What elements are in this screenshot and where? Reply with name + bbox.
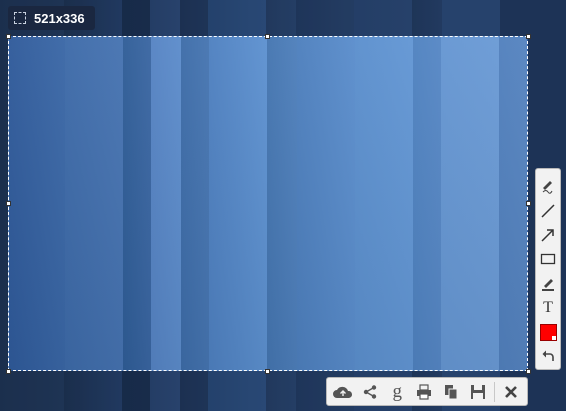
rectangle-icon (540, 254, 556, 265)
selection-size-badge: 521x336 (8, 6, 95, 30)
pen-tool[interactable] (537, 174, 559, 198)
marker-icon (542, 278, 554, 291)
line-icon (541, 204, 555, 218)
undo-tool[interactable] (537, 345, 559, 369)
resize-handle-bottom[interactable] (265, 369, 270, 374)
print-button[interactable] (413, 381, 435, 403)
selection-area[interactable] (8, 36, 528, 371)
google-search-button[interactable]: g (386, 381, 408, 403)
selection-size-label: 521x336 (34, 10, 85, 26)
undo-icon (542, 350, 554, 361)
arrow-tool[interactable] (537, 223, 559, 247)
resize-handle-top-right[interactable] (526, 34, 531, 39)
line-tool[interactable] (537, 198, 559, 222)
copy-button[interactable] (440, 381, 462, 403)
close-icon (504, 385, 517, 398)
action-toolbar: g (326, 377, 528, 406)
copy-icon (444, 384, 458, 399)
marker-tool[interactable] (537, 272, 559, 296)
toolbar-separator (493, 381, 495, 402)
save-button[interactable] (467, 381, 489, 403)
upload-cloud-icon (333, 386, 353, 398)
resize-handle-left[interactable] (6, 201, 11, 206)
resize-handle-right[interactable] (526, 201, 531, 206)
resize-handle-bottom-right[interactable] (526, 369, 531, 374)
share-button[interactable] (359, 381, 381, 403)
selection-icon (14, 12, 26, 24)
text-tool[interactable]: T (537, 296, 559, 320)
share-icon (364, 384, 377, 399)
pen-icon (542, 181, 553, 194)
print-icon (417, 383, 432, 400)
color-picker[interactable] (537, 320, 559, 344)
close-button[interactable] (500, 381, 522, 403)
resize-handle-top-left[interactable] (6, 34, 11, 39)
rectangle-tool[interactable] (537, 247, 559, 271)
google-search-icon: g (392, 381, 402, 402)
text-icon: T (543, 299, 553, 317)
annotation-toolbar: T (535, 168, 561, 370)
arrow-icon (541, 229, 554, 242)
resize-handle-top[interactable] (265, 34, 270, 39)
save-icon (470, 384, 485, 399)
upload-button[interactable] (332, 381, 354, 403)
color-swatch (539, 323, 557, 341)
resize-handle-bottom-left[interactable] (6, 369, 11, 374)
